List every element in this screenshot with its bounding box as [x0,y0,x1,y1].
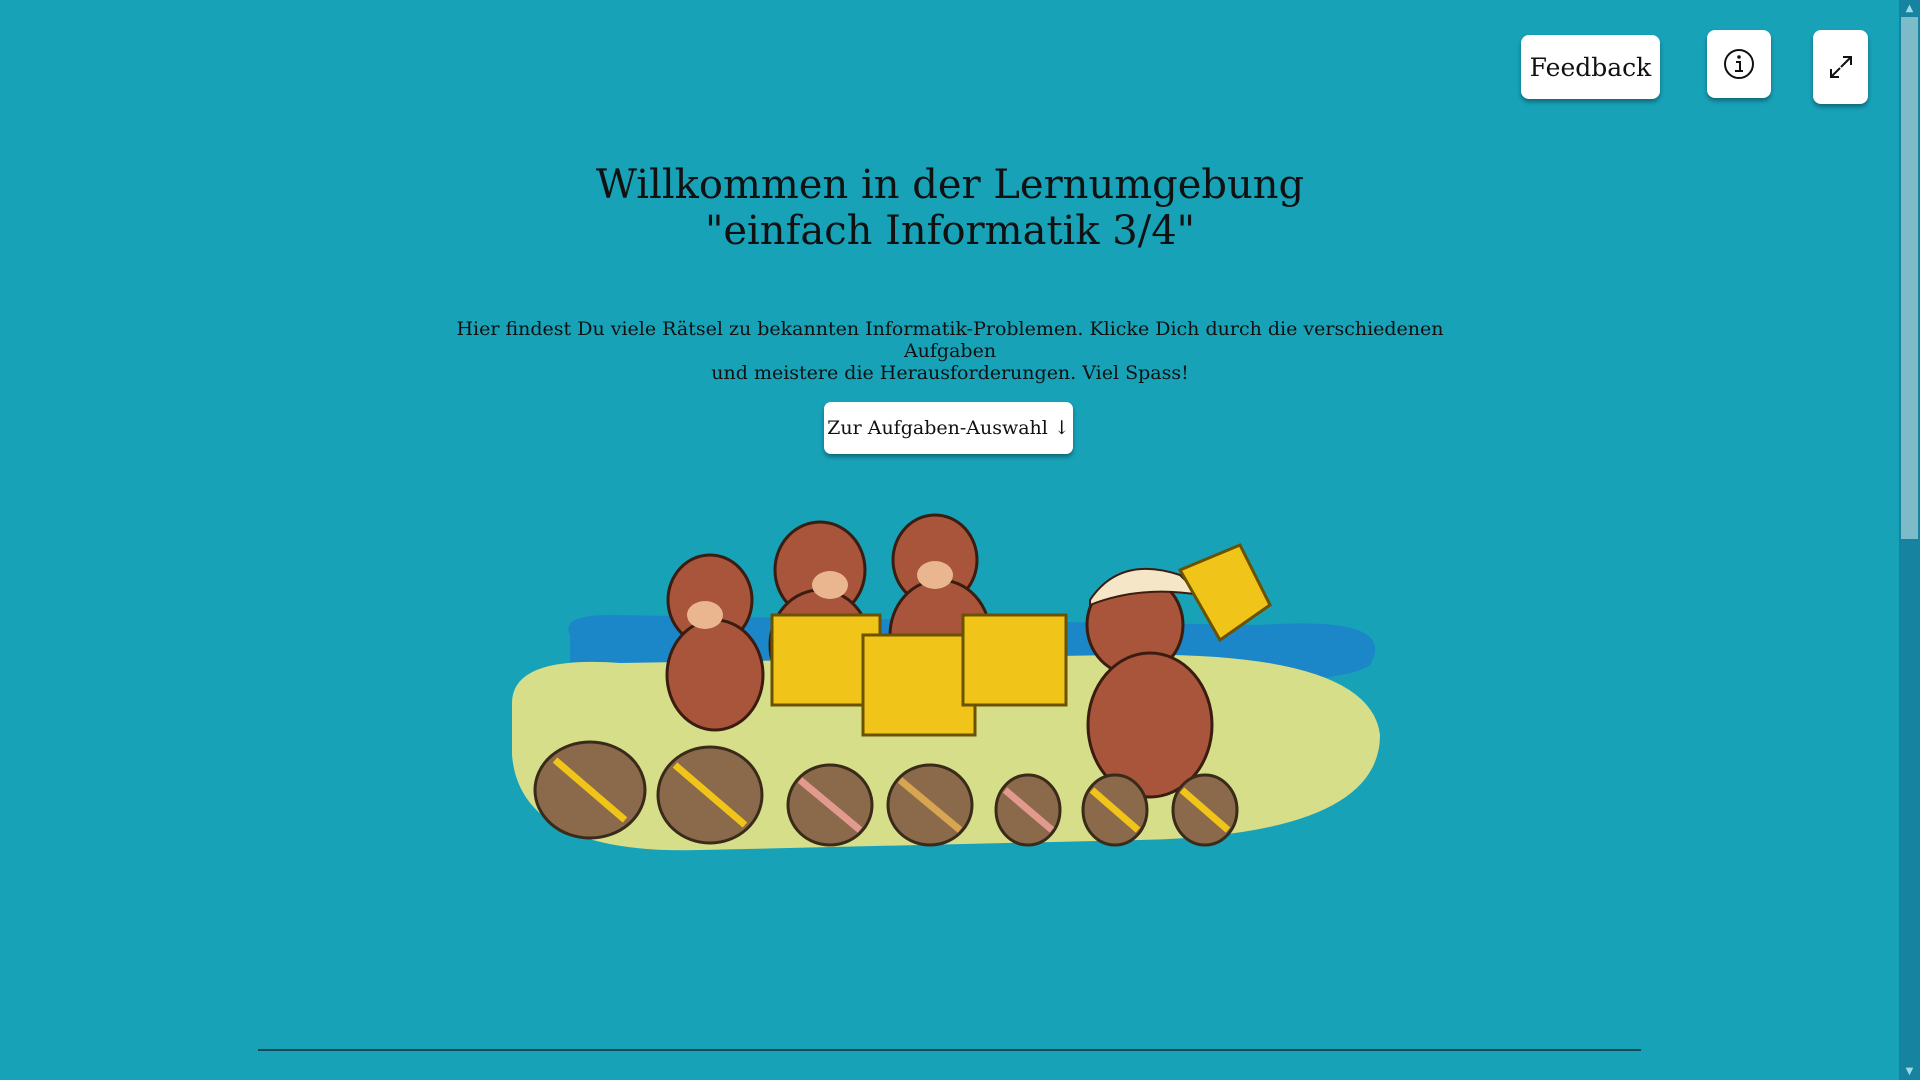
info-circle-icon [1724,49,1754,79]
vertical-scrollbar[interactable]: ▲ ▼ [1899,0,1920,1080]
feedback-label: Feedback [1529,52,1652,82]
info-button[interactable] [1707,30,1771,98]
footer-divider [258,1049,1641,1051]
beaver-1 [665,553,765,732]
intro-line-1: Hier findest Du viele Rätsel zu bekannte… [456,318,1444,362]
task-selection-button[interactable]: Zur Aufgaben-Auswahl ↓ [824,402,1073,454]
fullscreen-button[interactable] [1813,30,1868,104]
feedback-button[interactable]: Feedback [1521,35,1660,99]
page-title: Willkommen in der Lernumgebung "einfach … [0,162,1900,254]
intro-line-2: und meistere die Herausforderungen. Viel… [711,362,1189,384]
task-selection-label: Zur Aufgaben-Auswahl ↓ [827,417,1070,439]
scroll-down-arrow-icon[interactable]: ▼ [1899,1063,1920,1080]
scroll-up-arrow-icon[interactable]: ▲ [1899,0,1920,17]
intro-text: Hier findest Du viele Rätsel zu bekannte… [440,318,1460,384]
beaver-4 [1085,567,1214,799]
scrollbar-thumb[interactable] [1901,17,1918,539]
expand-arrow-icon [1829,56,1852,78]
title-line-2: "einfach Informatik 3/4" [704,208,1196,254]
beavers-illustration [511,513,1380,851]
title-line-1: Willkommen in der Lernumgebung [595,162,1305,208]
